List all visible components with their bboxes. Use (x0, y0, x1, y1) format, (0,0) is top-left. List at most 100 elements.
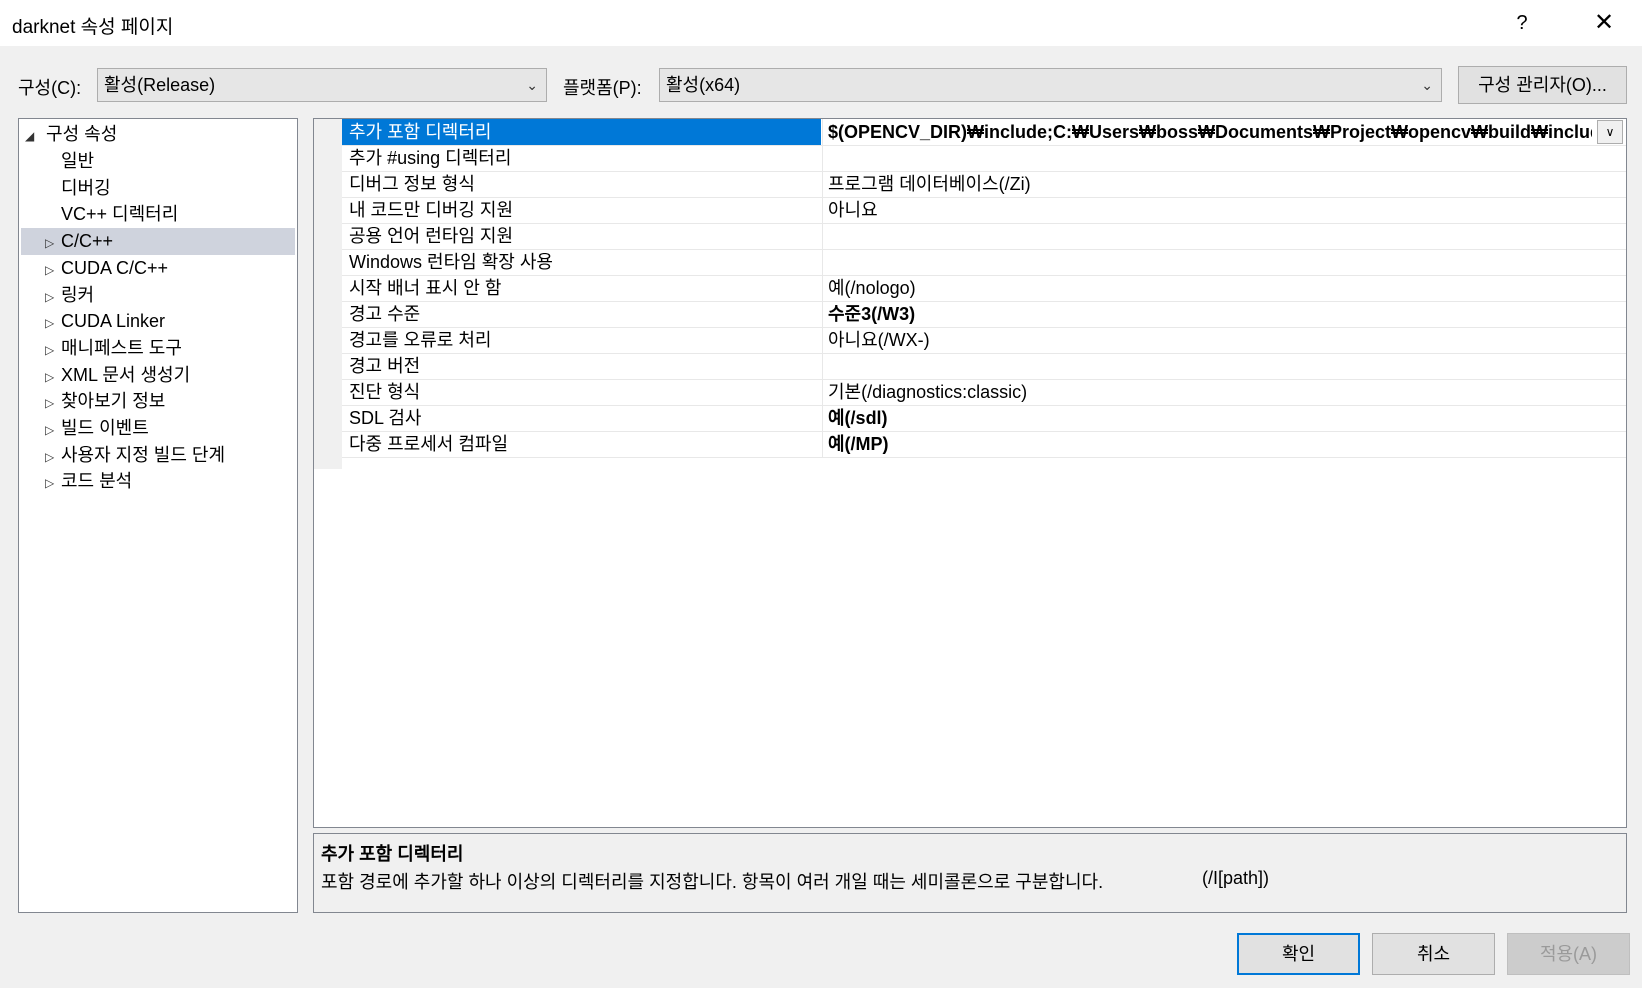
description-flag: (/I[path]) (1202, 868, 1270, 888)
tree-root-label: 구성 속성 (46, 124, 118, 144)
property-value[interactable]: $(OPENCV_DIR)₩include;C:₩Users₩boss₩Docu… (822, 119, 1592, 145)
property-value[interactable]: 아니요(/WX-) (822, 327, 1592, 353)
collapsed-triangle-icon[interactable]: ▷ (45, 257, 61, 284)
tree-item[interactable]: ▷ 매니페스트 도구 (45, 335, 182, 362)
configuration-manager-button[interactable]: 구성 관리자(O)... (1458, 66, 1627, 104)
property-row[interactable]: 진단 형식 기본(/diagnostics:classic) (342, 379, 1626, 406)
property-value[interactable] (822, 145, 1592, 171)
tree-item-label: 찾아보기 정보 (61, 391, 166, 412)
tree-item-label: VC++ 디렉터리 (61, 204, 179, 225)
property-row[interactable]: 시작 배너 표시 안 함 예(/nologo) (342, 275, 1626, 302)
property-row[interactable]: Windows 런타임 확장 사용 (342, 249, 1626, 276)
tree-item[interactable]: 디버깅 (61, 175, 111, 202)
property-grid[interactable]: 추가 포함 디렉터리 $(OPENCV_DIR)₩include;C:₩Users… (313, 118, 1627, 828)
tree-item-label: 일반 (61, 151, 95, 171)
config-label: 구성(C): (18, 78, 82, 98)
property-value[interactable]: 예(/MP) (822, 431, 1592, 457)
tree-item[interactable]: ▷ 빌드 이벤트 (45, 415, 149, 442)
tree-item[interactable]: ▷ 찾아보기 정보 (45, 388, 165, 415)
tree-item-label: 매니페스트 도구 (61, 337, 182, 358)
window-title: darknet 속성 페이지 (12, 17, 174, 38)
collapsed-triangle-icon[interactable]: ▷ (45, 230, 61, 257)
collapsed-triangle-icon[interactable]: ▷ (45, 390, 61, 417)
property-name: 진단 형식 (349, 382, 421, 402)
collapsed-triangle-icon[interactable]: ▷ (45, 444, 61, 471)
cancel-button[interactable]: 취소 (1372, 933, 1495, 975)
property-value[interactable]: 수준3(/W3) (822, 301, 1592, 327)
property-value[interactable]: 기본(/diagnostics:classic) (822, 379, 1592, 405)
property-row[interactable]: 경고를 오류로 처리 아니요(/WX-) (342, 327, 1626, 354)
collapsed-triangle-icon[interactable]: ▷ (45, 470, 61, 497)
property-value[interactable]: 아니요 (822, 197, 1592, 223)
property-row[interactable]: 경고 수준 수준3(/W3) (342, 301, 1626, 328)
property-value[interactable]: 예(/sdl) (822, 405, 1592, 431)
close-icon[interactable]: ✕ (1580, 6, 1628, 40)
description-panel: 추가 포함 디렉터리 포함 경로에 추가할 하나 이상의 디렉터리를 지정합니다… (313, 833, 1627, 913)
property-name: 디버그 정보 형식 (349, 174, 475, 194)
tree-item-label: 빌드 이벤트 (61, 418, 149, 438)
chevron-down-icon: ⌄ (1421, 77, 1433, 93)
property-value[interactable] (822, 223, 1592, 249)
property-row[interactable]: 공용 언어 런타임 지원 (342, 223, 1626, 250)
property-name: SDL 검사 (349, 408, 422, 428)
property-value[interactable] (822, 353, 1592, 379)
property-row[interactable]: 추가 포함 디렉터리 $(OPENCV_DIR)₩include;C:₩Users… (342, 119, 1626, 146)
config-value: 활성(Release) (104, 75, 216, 95)
tree-item-label: 링커 (61, 284, 95, 305)
tree-item[interactable]: ▷ 링커 (45, 282, 94, 309)
apply-button[interactable]: 적용(A) (1507, 933, 1630, 975)
property-name: 내 코드만 디버깅 지원 (349, 200, 514, 220)
tree-item-label: CUDA C/C++ (61, 257, 169, 278)
property-row[interactable]: SDL 검사 예(/sdl) (342, 405, 1626, 432)
description-text: 포함 경로에 추가할 하나 이상의 디렉터리를 지정합니다. 항목이 여러 개일… (321, 872, 1104, 892)
grid-gutter (314, 119, 342, 469)
tree-root[interactable]: ◢ 구성 속성 (25, 121, 117, 148)
platform-value: 활성(x64) (666, 75, 741, 95)
property-row[interactable]: 내 코드만 디버깅 지원 아니요 (342, 197, 1626, 224)
tree-item-label: 디버깅 (61, 177, 111, 198)
tree-item[interactable]: ▷ 사용자 지정 빌드 단계 (45, 442, 225, 469)
property-value[interactable]: 프로그램 데이터베이스(/Zi) (822, 171, 1592, 197)
property-row[interactable]: 추가 #using 디렉터리 (342, 145, 1626, 172)
ok-button[interactable]: 확인 (1237, 933, 1360, 975)
value-dropdown-chevron-icon[interactable]: ∨ (1597, 120, 1623, 144)
title-bar: darknet 속성 페이지 ? ✕ (0, 0, 1642, 46)
platform-dropdown[interactable]: 활성(x64) ⌄ (659, 68, 1442, 102)
property-value[interactable]: 예(/nologo) (822, 275, 1592, 301)
tree-item[interactable]: VC++ 디렉터리 (61, 201, 178, 228)
tree-item[interactable]: ▷ CUDA Linker (45, 308, 165, 335)
property-name: 추가 #using 디렉터리 (349, 148, 512, 168)
property-value[interactable] (822, 249, 1592, 275)
collapsed-triangle-icon[interactable]: ▷ (45, 364, 61, 391)
description-title: 추가 포함 디렉터리 (321, 844, 464, 864)
collapsed-triangle-icon[interactable]: ▷ (45, 337, 61, 364)
collapsed-triangle-icon[interactable]: ▷ (45, 417, 61, 444)
collapsed-triangle-icon[interactable]: ▷ (45, 284, 61, 311)
tree-item-label: 코드 분석 (61, 471, 133, 492)
tree-item-label: XML 문서 생성기 (61, 364, 191, 385)
help-button[interactable]: ? (1500, 6, 1544, 40)
tree-item-label: 사용자 지정 빌드 단계 (61, 444, 226, 465)
tree-item[interactable]: ▷ XML 문서 생성기 (45, 362, 190, 389)
property-row[interactable]: 다중 프로세서 컴파일 예(/MP) (342, 431, 1626, 458)
config-dropdown[interactable]: 활성(Release) ⌄ (97, 68, 547, 102)
property-name: 경고를 오류로 처리 (349, 330, 492, 350)
tree-item[interactable]: ▷ C/C++ (21, 228, 295, 257)
tree-item[interactable]: ▷ 코드 분석 (45, 468, 132, 495)
platform-label: 플랫폼(P): (563, 78, 642, 98)
property-tree[interactable]: ◢ 구성 속성 일반 디버깅 VC++ 디렉터리 ▷ C/C++ ▷ CUDA C/C++ ▷… (18, 118, 298, 913)
property-name: 시작 배너 표시 안 함 (349, 278, 502, 298)
tree-item-label: C/C++ (61, 231, 114, 252)
property-row[interactable]: 경고 버전 (342, 353, 1626, 380)
expanded-triangle-icon[interactable]: ◢ (25, 123, 41, 150)
property-name: 경고 수준 (349, 304, 421, 324)
property-name: Windows 런타임 확장 사용 (349, 252, 553, 272)
collapsed-triangle-icon[interactable]: ▷ (45, 310, 61, 337)
chevron-down-icon: ⌄ (526, 77, 538, 93)
property-name: 경고 버전 (349, 356, 421, 376)
tree-item[interactable]: 일반 (61, 148, 94, 175)
property-row[interactable]: 디버그 정보 형식 프로그램 데이터베이스(/Zi) (342, 171, 1626, 198)
property-name: 추가 포함 디렉터리 (342, 119, 821, 145)
tree-item[interactable]: ▷ CUDA C/C++ (45, 255, 168, 282)
property-name: 공용 언어 런타임 지원 (349, 226, 514, 246)
